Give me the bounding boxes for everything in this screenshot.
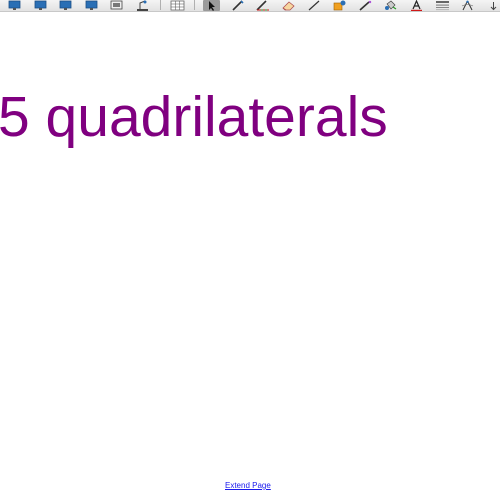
text-icon[interactable] [408, 0, 425, 11]
line-icon[interactable] [306, 0, 323, 11]
monitor-icon[interactable] [32, 0, 49, 11]
page-heading[interactable]: 5 quadrilaterals [0, 82, 388, 152]
compass-icon[interactable] [459, 0, 476, 11]
whiteboard-page: 5 quadrilaterals Extend Page [0, 0, 500, 500]
extend-page-link[interactable]: Extend Page [225, 481, 271, 490]
toolbar-separator [159, 0, 161, 10]
table-icon[interactable] [169, 0, 186, 11]
select-arrow-icon[interactable] [203, 0, 221, 11]
magic-pen-icon[interactable] [357, 0, 374, 11]
document-camera-icon[interactable] [134, 0, 151, 11]
eraser-icon[interactable] [280, 0, 297, 11]
pen-icon[interactable] [229, 0, 246, 11]
move-toolbar-icon[interactable] [485, 0, 500, 11]
monitor-icon[interactable] [57, 0, 74, 11]
properties-icon[interactable] [434, 0, 451, 11]
screen-capture-icon[interactable] [108, 0, 125, 11]
creative-pen-icon[interactable] [254, 0, 271, 11]
fill-icon[interactable] [382, 0, 399, 11]
monitor-icon[interactable] [83, 0, 100, 11]
toolbar-separator [194, 0, 196, 10]
shapes-icon[interactable] [331, 0, 348, 11]
monitor-icon[interactable] [6, 0, 23, 11]
toolbar [0, 0, 500, 12]
